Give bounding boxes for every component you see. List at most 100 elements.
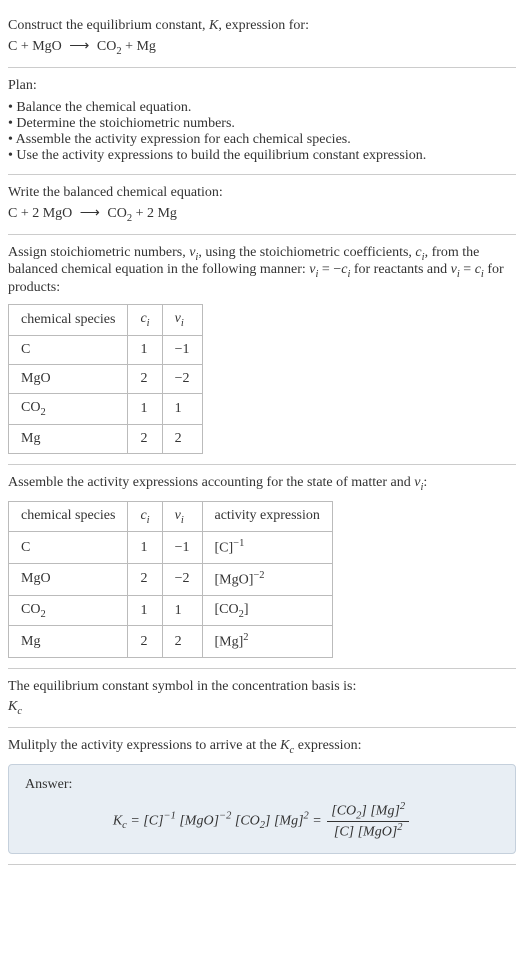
activity-section: Assemble the activity expressions accoun…: [8, 465, 516, 669]
cell-species: MgO: [9, 564, 128, 596]
th-species: chemical species: [9, 305, 128, 336]
exp: −1: [164, 810, 176, 821]
txt: CO: [21, 400, 40, 415]
beq-right-a: CO: [107, 206, 126, 221]
plan-item: • Assemble the activity expression for e…: [8, 132, 516, 148]
K: K: [113, 813, 122, 828]
plan-item-text: Balance the chemical equation.: [16, 100, 191, 115]
exp: 2: [243, 632, 248, 643]
plan-item-text: Use the activity expressions to build th…: [16, 148, 426, 163]
intro-K: K: [209, 18, 218, 33]
cell-nu: 2: [162, 626, 202, 658]
final-section: Mulitply the activity expressions to arr…: [8, 728, 516, 865]
cell-nu: −1: [162, 335, 202, 364]
cell-nu: 1: [162, 393, 202, 424]
symbol-kc: Kc: [8, 699, 516, 717]
numerator: [CO2] [Mg]2: [327, 801, 409, 822]
cell-species: CO2: [9, 595, 128, 626]
term: [C]: [143, 813, 163, 828]
sub: i: [147, 318, 150, 329]
cell-species: MgO: [9, 364, 128, 393]
sub: 2: [40, 407, 45, 418]
table-header-row: chemical species ci νi: [9, 305, 203, 336]
cell-c: 1: [128, 532, 162, 564]
intro-line: Construct the equilibrium constant, K, e…: [8, 18, 516, 34]
beq-right-b: + 2 Mg: [132, 206, 177, 221]
table-row: Mg 2 2: [9, 424, 203, 453]
cell-c: 2: [128, 626, 162, 658]
txt: [CO: [215, 602, 239, 617]
term: [MgO]: [176, 813, 219, 828]
sub: c: [17, 706, 22, 717]
txt: , using the stoichiometric coefficients,: [198, 245, 415, 260]
txt: = −: [318, 262, 341, 277]
exp: 2: [397, 822, 402, 833]
intro-text-b: , expression for:: [218, 18, 309, 33]
sub: 2: [40, 608, 45, 619]
th-nu: νi: [162, 501, 202, 532]
cell-c: 1: [128, 335, 162, 364]
th-species: chemical species: [9, 501, 128, 532]
plan-section: Plan: • Balance the chemical equation. •…: [8, 68, 516, 175]
cell-activity: [Mg]2: [202, 626, 332, 658]
cell-nu: 1: [162, 595, 202, 626]
txt: CO: [21, 602, 40, 617]
table-header-row: chemical species ci νi activity expressi…: [9, 501, 333, 532]
exp: −2: [253, 570, 264, 581]
unbalanced-equation: C + MgO ⟶ CO2 + Mg: [8, 38, 516, 57]
cell-species: C: [9, 335, 128, 364]
eq: =: [309, 813, 325, 828]
table-row: CO2 1 1: [9, 393, 203, 424]
activity-intro: Assemble the activity expressions accoun…: [8, 475, 516, 493]
txt: [CO: [331, 803, 356, 818]
arrow-icon: ⟶: [69, 38, 89, 55]
plan-item: • Use the activity expressions to build …: [8, 148, 516, 164]
plan-item-text: Determine the stoichiometric numbers.: [16, 116, 235, 131]
answer-box: Answer: Kc = [C]−1 [MgO]−2 [CO2] [Mg]2 =…: [8, 764, 516, 854]
cell-activity: [CO2]: [202, 595, 332, 626]
symbol-line: The equilibrium constant symbol in the c…: [8, 679, 516, 695]
cell-c: 2: [128, 564, 162, 596]
term: [CO: [231, 813, 259, 828]
plan-item: • Balance the chemical equation.: [8, 100, 516, 116]
th-c: ci: [128, 501, 162, 532]
table-row: Mg 2 2 [Mg]2: [9, 626, 333, 658]
txt: :: [423, 475, 427, 490]
txt: [MgO]: [215, 573, 254, 588]
cell-nu: −2: [162, 564, 202, 596]
cell-activity: [C]−1: [202, 532, 332, 564]
cell-nu: 2: [162, 424, 202, 453]
cell-species: Mg: [9, 424, 128, 453]
th-activity: activity expression: [202, 501, 332, 532]
txt: expression:: [294, 738, 361, 753]
fraction: [CO2] [Mg]2[C] [MgO]2: [327, 801, 409, 841]
th-c: ci: [128, 305, 162, 336]
stoich-intro: Assign stoichiometric numbers, νi, using…: [8, 245, 516, 297]
txt: Assemble the activity expressions accoun…: [8, 475, 414, 490]
cell-nu: −2: [162, 364, 202, 393]
table-row: CO2 1 1 [CO2]: [9, 595, 333, 626]
plan-item-text: Assemble the activity expression for eac…: [16, 132, 351, 147]
term: ] [Mg]: [265, 813, 304, 828]
activity-table: chemical species ci νi activity expressi…: [8, 501, 333, 659]
stoich-section: Assign stoichiometric numbers, νi, using…: [8, 235, 516, 465]
exp: −2: [219, 810, 231, 821]
eq: =: [127, 813, 143, 828]
cell-nu: −1: [162, 532, 202, 564]
cell-activity: [MgO]−2: [202, 564, 332, 596]
arrow-icon: ⟶: [80, 205, 100, 222]
exp: 2: [400, 801, 405, 812]
cell-c: 1: [128, 393, 162, 424]
balanced-section: Write the balanced chemical equation: C …: [8, 175, 516, 235]
intro-text-a: Construct the equilibrium constant,: [8, 18, 209, 33]
txt: ] [Mg]: [361, 803, 400, 818]
cell-c: 2: [128, 364, 162, 393]
exp: −1: [233, 538, 244, 549]
table-row: C 1 −1: [9, 335, 203, 364]
eq-right-a: CO: [97, 39, 116, 54]
txt: =: [460, 262, 475, 277]
K: K: [8, 699, 17, 714]
eq-right-b: + Mg: [122, 39, 156, 54]
balanced-equation: C + 2 MgO ⟶ CO2 + 2 Mg: [8, 205, 516, 224]
plan-title: Plan:: [8, 78, 516, 94]
